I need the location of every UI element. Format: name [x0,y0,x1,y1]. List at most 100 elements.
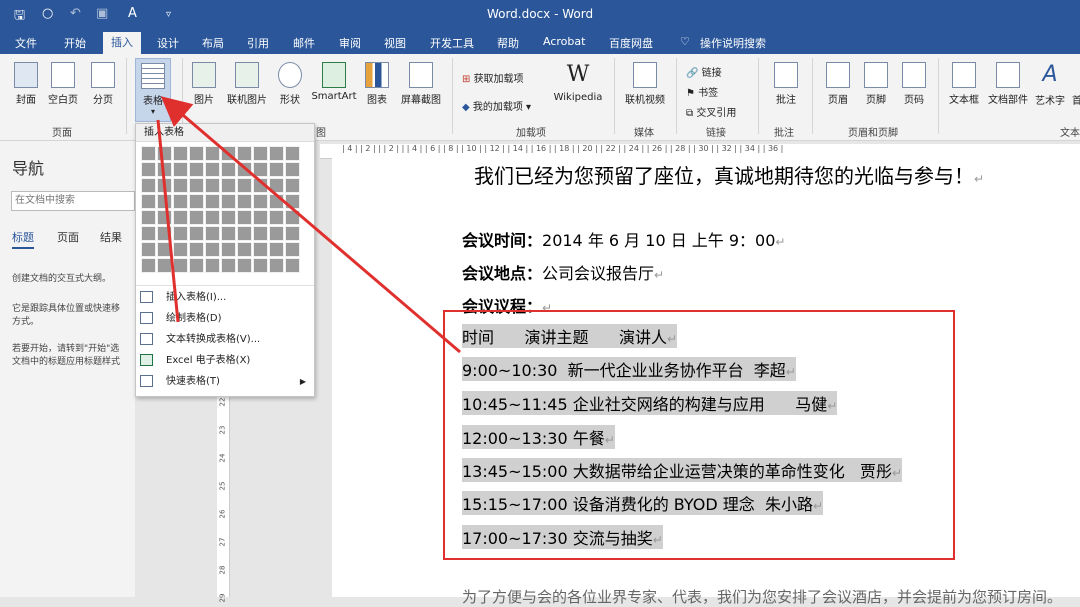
grid-cell[interactable] [141,226,156,241]
grid-cell[interactable] [269,162,284,177]
tab-file[interactable]: 文件 [15,35,37,51]
grid-cell[interactable] [141,194,156,209]
tab-home[interactable]: 开始 [64,35,86,51]
grid-cell[interactable] [237,242,252,257]
chart-button[interactable]: 图表 [362,62,392,106]
nav-tab-results[interactable]: 结果 [100,229,122,245]
my-addins-button[interactable]: ◆ 我的加载项 ▾ [462,98,531,113]
page-break-button[interactable]: 分页 [88,62,118,106]
quick-tables-item[interactable]: 快速表格(T) ▶ [136,371,314,392]
tab-mailings[interactable]: 邮件 [293,35,315,51]
tab-view[interactable]: 视图 [384,35,406,51]
grid-cell[interactable] [173,258,188,273]
tab-design[interactable]: 设计 [157,35,179,51]
circle-icon[interactable]: ○ [42,6,53,21]
grid-cell[interactable] [141,242,156,257]
grid-cell[interactable] [157,210,172,225]
grid-cell[interactable] [173,178,188,193]
grid-cell[interactable] [269,178,284,193]
tab-help[interactable]: 帮助 [497,35,519,51]
grid-cell[interactable] [285,162,300,177]
grid-cell[interactable] [253,210,268,225]
grid-cell[interactable] [269,242,284,257]
grid-cell[interactable] [205,162,220,177]
cross-reference-button[interactable]: ⧉ 交叉引用 [686,104,736,119]
redo-icon[interactable]: ▣ [96,6,108,21]
grid-cell[interactable] [253,226,268,241]
grid-cell[interactable] [285,210,300,225]
shapes-button[interactable]: 形状 [274,62,306,106]
grid-cell[interactable] [221,194,236,209]
grid-cell[interactable] [221,226,236,241]
grid-cell[interactable] [173,226,188,241]
grid-cell[interactable] [173,194,188,209]
customize-icon[interactable]: ▿ [166,9,171,20]
grid-cell[interactable] [269,210,284,225]
grid-cell[interactable] [285,146,300,161]
grid-cell[interactable] [189,242,204,257]
grid-cell[interactable] [141,146,156,161]
get-addins-button[interactable]: ⊞ 获取加载项 [462,70,524,85]
grid-cell[interactable] [189,210,204,225]
nav-tab-pages[interactable]: 页面 [57,229,79,245]
wikipedia-button[interactable]: W Wikipedia [552,62,604,103]
font-icon[interactable]: A [128,6,137,21]
horizontal-ruler[interactable]: | 4 | | 2 | | | 2 | | | 4 | | 6 | | 8 | … [320,144,1080,159]
online-video-button[interactable]: 联机视频 [622,62,668,106]
comment-button[interactable]: 批注 [768,62,804,106]
grid-cell[interactable] [157,258,172,273]
grid-cell[interactable] [285,194,300,209]
tab-layout[interactable]: 布局 [202,35,224,51]
grid-cell[interactable] [221,146,236,161]
grid-cell[interactable] [189,162,204,177]
grid-cell[interactable] [269,258,284,273]
grid-cell[interactable] [253,146,268,161]
grid-cell[interactable] [141,162,156,177]
nav-search-input[interactable]: 在文档中搜索 [11,191,135,211]
grid-cell[interactable] [237,146,252,161]
table-size-grid[interactable] [141,146,313,274]
grid-cell[interactable] [189,226,204,241]
table-button[interactable]: 表格 ▾ [135,58,171,122]
grid-cell[interactable] [141,210,156,225]
excel-spreadsheet-item[interactable]: Excel 电子表格(X) [136,350,314,371]
grid-cell[interactable] [205,146,220,161]
grid-cell[interactable] [173,162,188,177]
online-picture-button[interactable]: 联机图片 [224,62,270,106]
quick-parts-button[interactable]: 文档部件 [986,62,1030,106]
link-button[interactable]: 🔗 链接 [686,64,722,79]
grid-cell[interactable] [253,194,268,209]
textbox-button[interactable]: 文本框 [946,62,982,106]
grid-cell[interactable] [157,178,172,193]
grid-cell[interactable] [237,194,252,209]
wordart-button[interactable]: A 艺术字 [1032,62,1068,107]
grid-cell[interactable] [285,258,300,273]
grid-cell[interactable] [173,210,188,225]
grid-cell[interactable] [237,162,252,177]
tab-developer[interactable]: 开发工具 [430,35,474,51]
grid-cell[interactable] [221,258,236,273]
grid-cell[interactable] [141,258,156,273]
screenshot-button[interactable]: 屏幕截图 [398,62,444,106]
grid-cell[interactable] [285,226,300,241]
grid-cell[interactable] [269,194,284,209]
grid-cell[interactable] [141,178,156,193]
grid-cell[interactable] [157,146,172,161]
grid-cell[interactable] [173,146,188,161]
tell-me-search[interactable]: 操作说明搜索 [700,35,766,51]
draw-table-item[interactable]: 绘制表格(D) [136,308,314,329]
grid-cell[interactable] [269,226,284,241]
blank-page-button[interactable]: 空白页 [46,62,80,106]
grid-cell[interactable] [253,162,268,177]
grid-cell[interactable] [237,178,252,193]
grid-cell[interactable] [205,226,220,241]
grid-cell[interactable] [285,178,300,193]
smartart-button[interactable]: SmartArt [310,62,358,102]
grid-cell[interactable] [237,226,252,241]
dropcap-button[interactable]: 首 [1070,62,1080,107]
grid-cell[interactable] [269,146,284,161]
grid-cell[interactable] [157,162,172,177]
grid-cell[interactable] [205,210,220,225]
grid-cell[interactable] [205,178,220,193]
grid-cell[interactable] [205,242,220,257]
